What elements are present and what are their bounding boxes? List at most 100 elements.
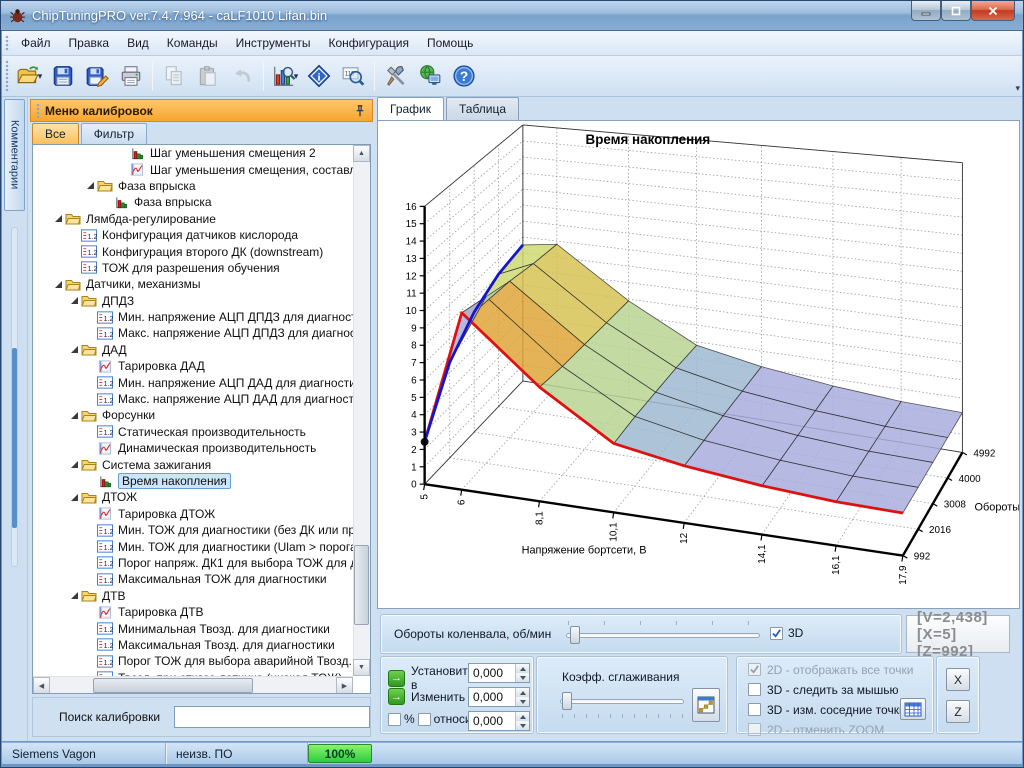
change-spin-up[interactable] [516, 688, 529, 697]
change-spin-down[interactable] [516, 697, 529, 706]
expanded-triangle-icon[interactable] [71, 461, 78, 468]
tree-item[interactable]: 1.2Статическая производительность [33, 424, 353, 440]
tree-item-label[interactable]: Минимальная Твозд. для диагностики [118, 622, 330, 636]
toolbar-grip[interactable] [4, 59, 10, 93]
tree-item-label[interactable]: Динамическая производительность [118, 441, 316, 455]
tree-item-label[interactable]: Система зажигания [102, 458, 211, 472]
tree-item[interactable]: ДТОЖ [33, 489, 353, 505]
tree-item-label[interactable]: ДТВ [102, 589, 125, 603]
tree-item-label[interactable]: Шаг уменьшения смещения 2 [150, 146, 316, 160]
relative-value-spinner[interactable]: 0,000 [468, 711, 530, 731]
toolbar-overflow-icon[interactable]: ▾ [1015, 83, 1020, 94]
relative-spin-up[interactable] [516, 712, 529, 721]
tab-all[interactable]: Все [32, 123, 79, 144]
expanded-triangle-icon[interactable] [71, 592, 78, 599]
relative-spin-down[interactable] [516, 721, 529, 730]
menu-grip[interactable] [4, 34, 10, 52]
smoothing-apply-button[interactable] [692, 688, 720, 722]
tree-item-label[interactable]: Порог напряж. ДК1 для выбора ТОЖ для диа… [118, 556, 353, 570]
expanded-triangle-icon[interactable] [55, 215, 62, 222]
set-value[interactable]: 0,000 [469, 664, 515, 682]
smoothing-slider[interactable] [560, 692, 684, 710]
option-checkbox-2[interactable] [748, 703, 761, 716]
close-button[interactable] [971, 1, 1015, 21]
tree-item[interactable]: 1.2Мин. напряжение АЦП ДПДЗ для диагност… [33, 309, 353, 325]
3d-checkbox[interactable] [770, 627, 783, 640]
tree-item[interactable]: 1.2Минимальная Твозд. для диагностики [33, 620, 353, 636]
panel-grip[interactable] [35, 102, 41, 119]
tree-item[interactable]: 1.2Мин. ТОЖ для диагностики (Ulam > поро… [33, 538, 353, 554]
tree-vertical-scrollbar[interactable]: ▲ ▼ [353, 145, 370, 676]
tree-item[interactable]: Фаза впрыска [33, 178, 353, 194]
tree-item[interactable]: ДТВ [33, 588, 353, 604]
search-calibration-input[interactable] [174, 706, 370, 728]
set-spin-up[interactable] [516, 664, 529, 673]
comments-scroll-track[interactable] [11, 227, 18, 567]
menu-item-3[interactable]: Команды [158, 33, 227, 53]
tree-item-label[interactable]: Шаг уменьшения смещения, составляющая [150, 163, 353, 177]
tree-item[interactable]: Лямбда-регулирование [33, 211, 353, 227]
tree-item-label[interactable]: Фаза впрыска [118, 179, 196, 193]
dropdown-caret-icon[interactable]: ▾ [294, 71, 299, 82]
save-icon[interactable] [47, 60, 79, 92]
tree-item[interactable]: 1.2ТОЖ для разрешения обучения [33, 260, 353, 276]
tree-item-label[interactable]: Время накопления [118, 473, 231, 489]
tab-graph[interactable]: График [377, 97, 444, 120]
comments-tab[interactable]: Комментарии [4, 99, 25, 211]
percent-checkbox[interactable] [388, 713, 401, 726]
expanded-triangle-icon[interactable] [87, 182, 94, 189]
tree-item[interactable]: Фаза впрыска [33, 194, 353, 210]
tree-item-label[interactable]: Тарировка ДТВ [118, 605, 204, 619]
tree-item-label[interactable]: Мин. ТОЖ для диагностики (без ДК или про… [118, 523, 353, 537]
tree-item-label[interactable]: Максимальная ТОЖ для диагностики [118, 572, 327, 586]
minimize-button[interactable] [911, 1, 941, 21]
tree-item[interactable]: 1.2Максимальная ТОЖ для диагностики [33, 571, 353, 587]
tree-item-label[interactable]: Фаза впрыска [134, 195, 212, 209]
rpm-slider[interactable] [566, 626, 760, 644]
comments-scroll-thumb[interactable] [12, 348, 17, 528]
tree-item[interactable]: ДПДЗ [33, 293, 353, 309]
tree-item[interactable]: 1.2Макс. напряжение АЦП ДПДЗ для диагнос… [33, 325, 353, 341]
pin-icon[interactable] [353, 104, 367, 118]
tree-item-label[interactable]: Максимальная Твозд. для диагностики [118, 638, 335, 652]
relative-checkbox[interactable] [418, 713, 431, 726]
change-value-button[interactable]: → [388, 688, 405, 705]
tree-item-label[interactable]: ДПДЗ [102, 294, 134, 308]
vertical-scroll-thumb[interactable] [354, 545, 369, 625]
tree-item[interactable]: Шаг уменьшения смещения, составляющая [33, 161, 353, 177]
smoothing-slider-thumb[interactable] [562, 692, 572, 710]
tree-item[interactable]: 1.2Конфигурация датчиков кислорода [33, 227, 353, 243]
tree-item[interactable]: 1.2Порог напряж. ДК1 для выбора ТОЖ для … [33, 555, 353, 571]
change-value[interactable]: 0,000 [469, 688, 515, 706]
tree-item-label[interactable]: ТОЖ для разрешения обучения [102, 261, 280, 275]
menu-item-5[interactable]: Конфигурация [319, 33, 418, 53]
tree-item[interactable]: 1.2Порог ТОЖ для выбора аварийной Твозд. [33, 653, 353, 669]
rpm-slider-thumb[interactable] [570, 626, 580, 644]
tree-item[interactable]: Шаг уменьшения смещения 2 [33, 145, 353, 161]
tree-item[interactable]: Тарировка ДТВ [33, 604, 353, 620]
tree-item-label[interactable]: Статическая производительность [118, 425, 306, 439]
set-value-spinner[interactable]: 0,000 [468, 663, 530, 683]
tab-table[interactable]: Таблица [446, 97, 519, 120]
tree-item-label[interactable]: Порог ТОЖ для выбора аварийной Твозд. [118, 654, 352, 668]
expanded-triangle-icon[interactable] [55, 281, 62, 288]
print-icon[interactable] [115, 60, 147, 92]
menu-item-2[interactable]: Вид [118, 33, 158, 53]
rpm-slider-track[interactable] [566, 633, 760, 638]
horizontal-scroll-thumb[interactable] [93, 678, 253, 693]
info-icon[interactable]: i [303, 60, 335, 92]
tools-icon[interactable] [380, 60, 412, 92]
scroll-right-button[interactable]: ▶ [336, 677, 353, 694]
scroll-left-button[interactable]: ◀ [33, 677, 50, 694]
grid-edit-button[interactable] [900, 698, 926, 720]
surface-plot[interactable]: 012345678910111213141516568,110,11214,11… [378, 121, 1019, 604]
option-checkbox-1[interactable] [748, 683, 761, 696]
tree-item[interactable]: 1.2Конфигурация второго ДК (downstream) [33, 243, 353, 259]
tree-item[interactable]: 1.2Максимальная Твозд. для диагностики [33, 637, 353, 653]
z-axis-button[interactable]: Z [946, 700, 970, 723]
relative-value[interactable]: 0,000 [469, 712, 515, 730]
tree-item-label[interactable]: Датчики, механизмы [86, 277, 201, 291]
tree-horizontal-scrollbar[interactable]: ◀ ▶ [33, 676, 353, 693]
x-axis-button[interactable]: X [946, 668, 970, 691]
smoothing-slider-track[interactable] [560, 699, 684, 704]
